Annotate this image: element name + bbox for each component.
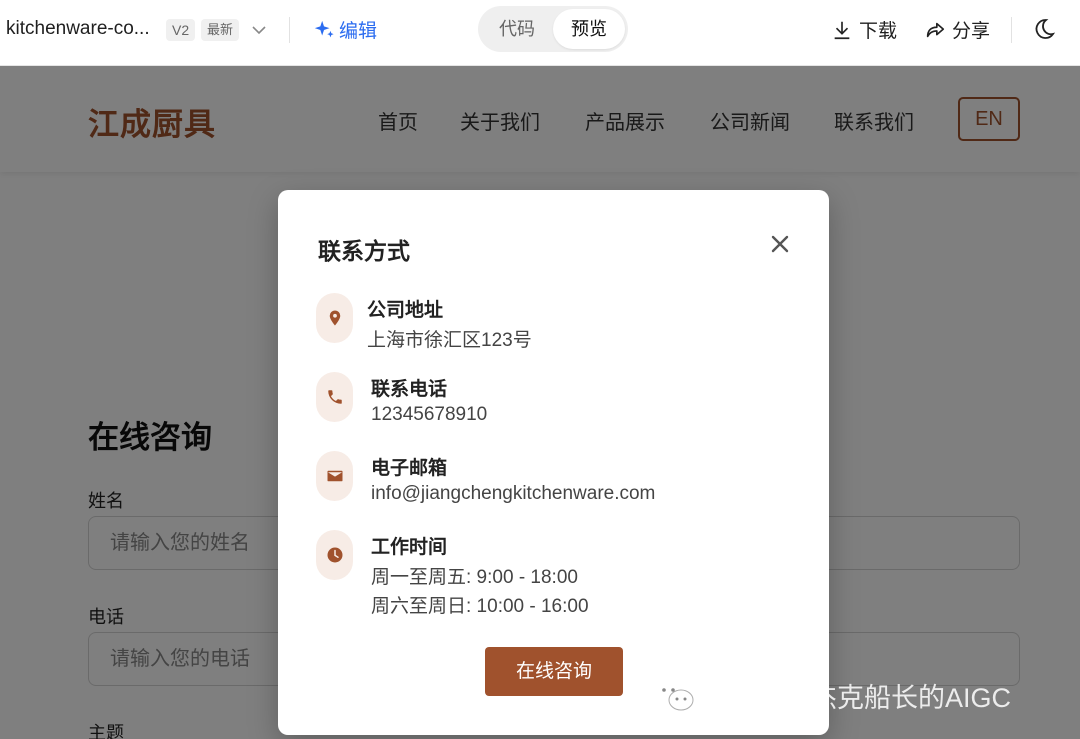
close-icon[interactable]: [769, 233, 791, 255]
download-label: 下载: [859, 21, 898, 42]
hours-weekend: 周六至周日: 10:00 - 16:00: [371, 596, 589, 617]
email-label: 电子邮箱: [371, 458, 448, 479]
email-value[interactable]: info@jiangchengkitchenware.com: [371, 483, 655, 505]
tab-preview[interactable]: 预览: [553, 9, 625, 49]
map-pin-icon: [316, 293, 353, 343]
watermark: 公众号 · 杰克船长的AIGC: [653, 676, 1011, 715]
toolbar-divider: [289, 17, 290, 43]
share-label: 分享: [952, 21, 991, 42]
toolbar-divider: [1011, 17, 1012, 43]
share-icon: [926, 22, 945, 37]
download-icon: [834, 21, 850, 39]
project-name[interactable]: kitchenware-co...: [6, 18, 150, 40]
hours-weekday: 周一至周五: 9:00 - 18:00: [371, 567, 578, 588]
clock-icon: [316, 530, 353, 580]
contact-modal: 联系方式 公司地址 上海市徐汇区123号 联系电话 12345678910 电子…: [278, 190, 829, 735]
phone-value: 12345678910: [371, 404, 488, 425]
latest-badge: 最新: [201, 19, 240, 41]
chevron-down-icon[interactable]: [249, 20, 269, 40]
address-label: 公司地址: [367, 300, 444, 321]
phone-label: 联系电话: [371, 379, 448, 400]
hours-label: 工作时间: [371, 537, 448, 558]
wechat-icon: [655, 680, 694, 710]
address-value: 上海市徐汇区123号: [367, 330, 532, 351]
envelope-icon: [316, 451, 353, 501]
edit-label: 编辑: [339, 21, 378, 42]
editor-toolbar: kitchenware-co... V2 最新 编辑 代码 预览 下载 分享: [0, 0, 1080, 66]
download-button[interactable]: 下载: [831, 16, 897, 43]
edit-button[interactable]: 编辑: [313, 16, 377, 43]
modal-title: 联系方式: [318, 238, 410, 264]
version-badge: V2: [166, 19, 196, 41]
tab-code[interactable]: 代码: [481, 9, 553, 49]
watermark-text: 公众号 · 杰克船长的AIGC: [705, 683, 1012, 713]
share-button[interactable]: 分享: [924, 16, 990, 43]
moon-icon[interactable]: [1032, 17, 1056, 41]
view-mode-toggle: 代码 预览: [478, 6, 628, 52]
consult-button[interactable]: 在线咨询: [485, 647, 623, 696]
phone-icon: [316, 372, 353, 422]
sparkle-icon: [314, 20, 334, 37]
